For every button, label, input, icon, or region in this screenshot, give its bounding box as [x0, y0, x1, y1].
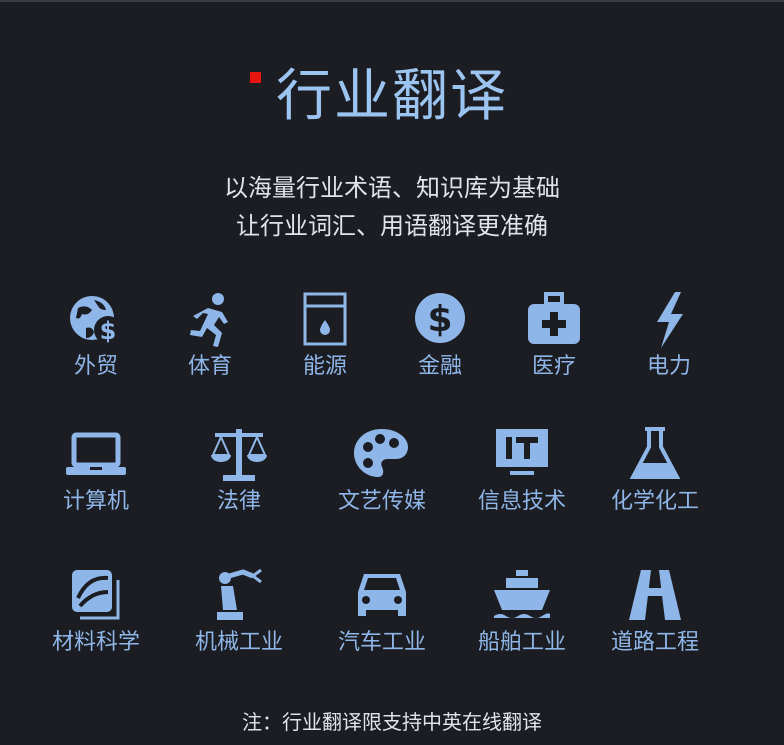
it-monitor-icon: [490, 425, 554, 485]
industry-item-power[interactable]: 电力: [599, 290, 739, 382]
industry-label: 信息技术: [477, 489, 566, 514]
industry-item-materials[interactable]: 材料科学: [26, 566, 166, 658]
subtitle-line-2: 让行业词汇、用语翻译更准确: [236, 212, 548, 240]
industry-item-automotive[interactable]: 汽车工业: [312, 566, 452, 658]
industry-item-it[interactable]: 信息技术: [452, 425, 592, 517]
dollar-coin-icon: $: [408, 290, 472, 350]
globe-dollar-icon: $: [64, 290, 128, 350]
page-title-text: 行业翻译: [276, 64, 508, 129]
top-divider: [0, 0, 784, 2]
medical-kit-icon: [522, 290, 586, 350]
title-accent-mark: [250, 72, 261, 83]
energy-box-icon: [293, 290, 357, 350]
industry-item-machinery[interactable]: 机械工业: [169, 566, 309, 658]
industry-item-shipbuilding[interactable]: 船舶工业: [452, 566, 592, 658]
robot-arm-icon: [207, 566, 271, 626]
title-wrap: 行业翻译: [0, 62, 784, 132]
industry-label: 文艺传媒: [337, 489, 426, 514]
industry-label: 汽车工业: [337, 630, 426, 655]
flask-icon: [623, 425, 687, 485]
industry-item-law[interactable]: 法律: [169, 425, 309, 517]
industry-item-chemical[interactable]: 化学化工: [585, 425, 725, 517]
industry-label: 法律: [216, 489, 261, 514]
material-sample-icon: [64, 566, 128, 626]
subtitle-line-1: 以海量行业术语、知识库为基础: [224, 174, 560, 202]
industry-item-computer[interactable]: 计算机: [26, 425, 166, 517]
scales-icon: [207, 425, 271, 485]
industry-label: 电力: [646, 354, 691, 379]
lightning-bolt-icon: [637, 290, 701, 350]
industry-label: 计算机: [62, 489, 129, 514]
industry-label: 机械工业: [194, 630, 283, 655]
industry-label: 船舶工业: [477, 630, 566, 655]
industry-label: 材料科学: [51, 630, 140, 655]
industry-item-arts-media[interactable]: 文艺传媒: [312, 425, 452, 517]
industry-item-road-engineering[interactable]: 道路工程: [585, 566, 725, 658]
page-title: 行业翻译: [250, 62, 508, 132]
road-icon: [623, 566, 687, 626]
laptop-icon: [64, 425, 128, 485]
svg-text:$: $: [100, 317, 117, 345]
industry-label: 道路工程: [610, 630, 699, 655]
runner-icon: [178, 290, 242, 350]
palette-icon: [350, 425, 414, 485]
svg-text:$: $: [427, 299, 452, 340]
car-icon: [350, 566, 414, 626]
footnote: 注：行业翻译限支持中英在线翻译: [242, 710, 542, 734]
ship-icon: [490, 566, 554, 626]
industry-label: 化学化工: [610, 489, 699, 514]
